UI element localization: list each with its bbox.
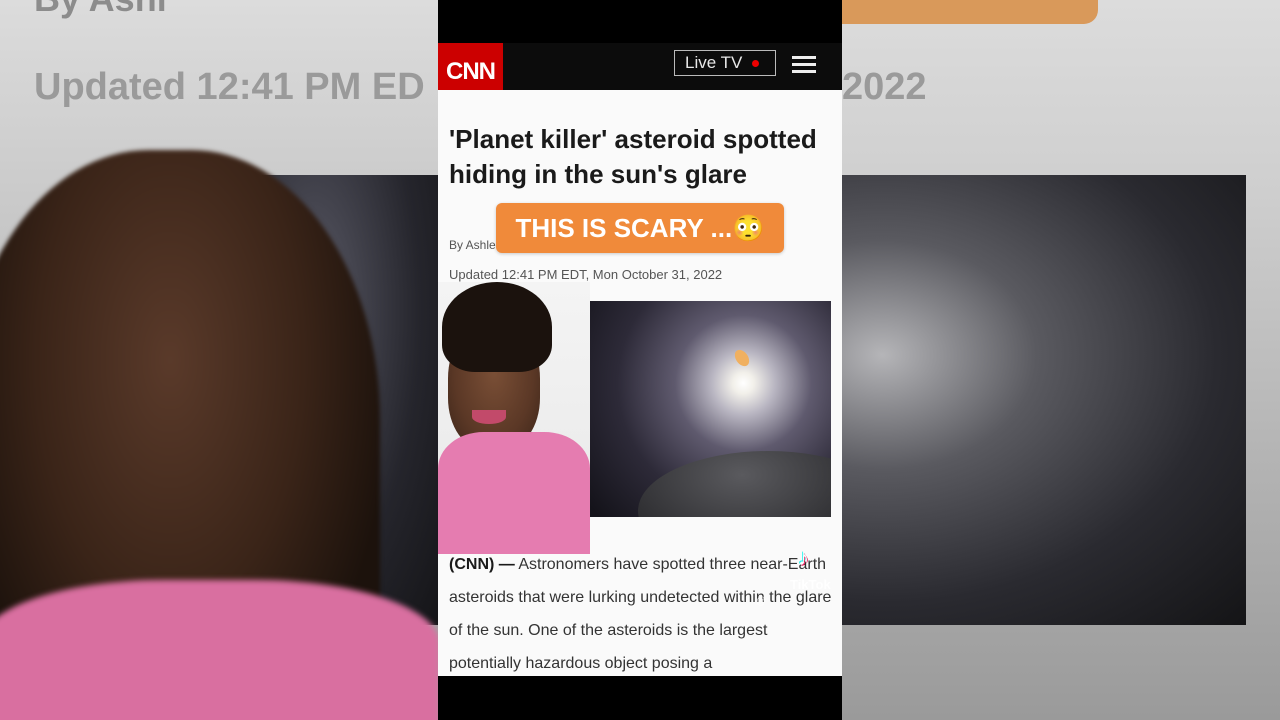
creator-video-overlay bbox=[438, 282, 590, 554]
cnn-header-bar: CNN Live TV bbox=[438, 43, 842, 101]
tiktok-note-icon: ♪ bbox=[798, 545, 809, 570]
creator-shirt bbox=[438, 432, 590, 554]
live-indicator-icon bbox=[752, 59, 760, 67]
hamburger-menu-icon[interactable] bbox=[792, 56, 816, 74]
tiktok-handle: @ bbox=[756, 596, 767, 607]
creator-hair bbox=[442, 282, 552, 372]
tiktok-watermark: TikTok bbox=[790, 577, 831, 592]
background-updated-text: Updated 12:41 PM ED bbox=[34, 66, 425, 108]
article-body-paragraph: (CNN) — Astronomers have spotted three n… bbox=[449, 548, 837, 680]
article-source-tag: (CNN) — bbox=[449, 556, 515, 573]
background-person-shirt bbox=[0, 580, 438, 720]
live-tv-label: Live TV bbox=[685, 53, 743, 72]
blurred-background-left: By Ashl Updated 12:41 PM ED bbox=[0, 0, 438, 720]
creator-mouth bbox=[472, 410, 506, 424]
article-byline[interactable]: By Ashle bbox=[449, 238, 496, 252]
article-lede-text: Astronomers have spotted three near-Eart… bbox=[449, 556, 832, 672]
caption-sticker: THIS IS SCARY ...😳 bbox=[496, 203, 784, 253]
article-content: 'Planet killer' asteroid spotted hiding … bbox=[438, 90, 842, 676]
background-byline-text: By Ashl bbox=[34, 0, 167, 20]
asteroid-glint bbox=[731, 347, 753, 369]
video-frame: CNN Live TV 'Planet killer' asteroid spo… bbox=[438, 0, 842, 720]
asteroid-shape bbox=[638, 451, 831, 517]
article-timestamp: Updated 12:41 PM EDT, Mon October 31, 20… bbox=[449, 267, 723, 282]
live-tv-button[interactable]: Live TV bbox=[674, 50, 776, 76]
blurred-background-right: 2022 bbox=[842, 0, 1280, 720]
background-space-image-right bbox=[842, 175, 1246, 625]
background-year-text: 2022 bbox=[842, 66, 927, 108]
article-headline: 'Planet killer' asteroid spotted hiding … bbox=[449, 124, 817, 189]
background-caption-strip bbox=[842, 0, 1098, 24]
